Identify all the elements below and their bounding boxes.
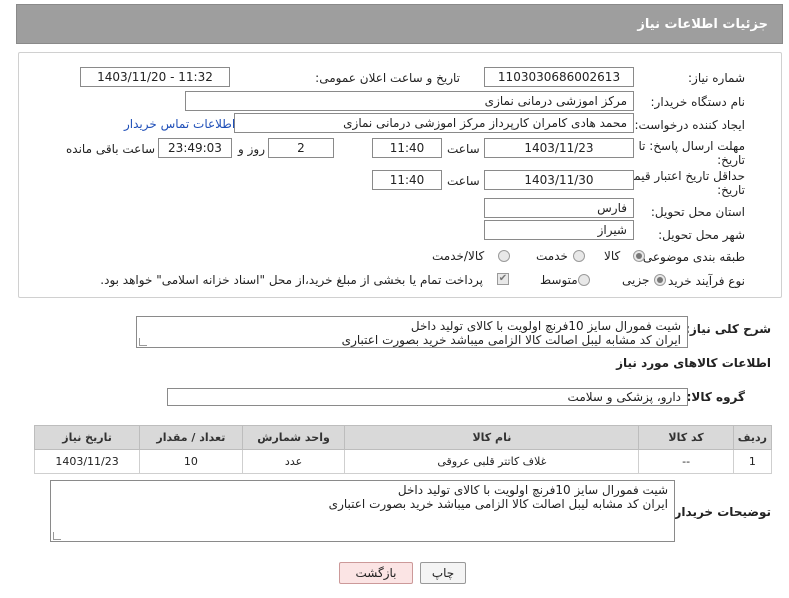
announce-datetime-field[interactable]: 1403/11/20 - 11:32	[80, 67, 230, 87]
col-name-header: نام کالا	[344, 425, 640, 450]
process-label: نوع فرآیند خرید :	[660, 274, 745, 288]
days-label: روز و	[238, 142, 265, 156]
city-label: شهر محل تحویل:	[658, 228, 745, 242]
buyer-notes-textarea[interactable]: شیت فمورال سایز 10فرنچ اولویت با کالای ت…	[50, 480, 675, 542]
notes-resize-grip-icon[interactable]	[53, 532, 61, 540]
summary-line-2: ایران کد مشابه لیبل اصالت کالا الزامی می…	[341, 333, 681, 347]
payment-note: پرداخت تمام یا بخشی از مبلغ خرید،از محل …	[100, 273, 483, 287]
category-radio-service[interactable]	[573, 250, 585, 262]
buyer-field[interactable]: مرکز اموزشی درمانی نمازی	[185, 91, 634, 111]
col-row-header: ردیف	[732, 425, 773, 450]
buyer-notes-line-2: ایران کد مشابه لیبل اصالت کالا الزامی می…	[328, 497, 668, 511]
goods-section-title: اطلاعات کالاهای مورد نیاز	[616, 356, 771, 370]
category-option-goods-service: کالا/خدمت	[432, 249, 485, 263]
announce-label: تاریخ و ساعت اعلان عمومی:	[315, 71, 460, 85]
category-radio-goods[interactable]	[633, 250, 645, 262]
goods-group-field[interactable]: دارو، پزشکی و سلامت	[167, 388, 688, 406]
creator-label: ایجاد کننده درخواست:	[634, 118, 745, 132]
validity-time-label: ساعت	[447, 174, 480, 188]
province-label: استان محل تحویل:	[650, 205, 745, 219]
table-header-row: ردیف کد کالا نام کالا واحد شمارش تعداد /…	[33, 425, 773, 450]
remaining-time-field[interactable]: 23:49:03	[158, 138, 232, 158]
deadline-label-date: تاریخ:	[717, 153, 745, 167]
cell-row: 1	[732, 449, 773, 474]
remaining-time-label: ساعت باقی مانده	[66, 142, 156, 156]
creator-field[interactable]: محمد هادی کامران کارپرداز مرکز اموزشی در…	[234, 113, 634, 133]
process-option-medium: متوسط	[540, 273, 578, 287]
print-button[interactable]: چاپ	[420, 562, 466, 584]
category-radio-goods-service[interactable]	[498, 250, 510, 262]
cell-name: غلاف کاتتر قلبی عروقی	[344, 449, 640, 474]
buyer-notes-label: توضیحات خریدار:	[669, 505, 771, 519]
summary-textarea[interactable]: شیت فمورال سایز 10فرنچ اولویت با کالای ت…	[136, 316, 688, 348]
page-title: جزئیات اطلاعات نیاز	[637, 17, 768, 32]
back-button[interactable]: بازگشت	[339, 562, 413, 584]
process-radio-medium[interactable]	[578, 274, 590, 286]
deadline-date-field[interactable]: 1403/11/23	[484, 138, 634, 158]
cell-code: --	[638, 449, 734, 474]
cell-date: 1403/11/23	[33, 449, 141, 474]
validity-time-field[interactable]: 11:40	[372, 170, 442, 190]
need-number-field[interactable]: 1103030686002613	[484, 67, 634, 87]
category-option-goods: کالا	[604, 249, 621, 263]
summary-label: شرح کلی نیاز:	[685, 322, 771, 336]
city-field[interactable]: شیراز	[484, 220, 634, 240]
table-row[interactable]: 1 -- غلاف کاتتر قلبی عروقی عدد 10 1403/1…	[33, 449, 773, 474]
payment-checkbox[interactable]: ✔	[497, 273, 509, 285]
items-table: ردیف کد کالا نام کالا واحد شمارش تعداد /…	[33, 425, 773, 474]
deadline-time-field[interactable]: 11:40	[372, 138, 442, 158]
col-qty-header: تعداد / مقدار	[139, 425, 243, 450]
summary-line-1: شیت فمورال سایز 10فرنچ اولویت با کالای ت…	[410, 319, 681, 333]
col-date-header: تاریخ نیاز	[33, 425, 141, 450]
cell-unit: عدد	[241, 449, 346, 474]
category-label: طبقه بندی موضوعی:	[638, 250, 745, 264]
buyer-contact-link[interactable]: اطلاعات تماس خریدار	[124, 117, 235, 131]
days-remaining-field[interactable]: 2	[268, 138, 334, 158]
need-number-label: شماره نیاز:	[688, 71, 745, 85]
province-field[interactable]: فارس	[484, 198, 634, 218]
category-option-service: خدمت	[536, 249, 568, 263]
buyer-notes-line-1: شیت فمورال سایز 10فرنچ اولویت با کالای ت…	[397, 483, 668, 497]
process-radio-minor[interactable]	[654, 274, 666, 286]
col-unit-header: واحد شمارش	[241, 425, 346, 450]
validity-date-field[interactable]: 1403/11/30	[484, 170, 634, 190]
goods-group-label: گروه کالا:	[686, 390, 745, 404]
resize-grip-icon[interactable]	[139, 338, 147, 346]
cell-qty: 10	[139, 449, 243, 474]
col-code-header: کد کالا	[638, 425, 734, 450]
validity-label-date: تاریخ:	[717, 183, 745, 197]
deadline-time-label: ساعت	[447, 142, 480, 156]
process-option-minor: جزیی	[622, 273, 650, 287]
deadline-label: مهلت ارسال پاسخ: تا	[638, 139, 745, 153]
page-header: جزئیات اطلاعات نیاز	[16, 4, 783, 44]
buyer-label: نام دستگاه خریدار:	[650, 95, 746, 109]
